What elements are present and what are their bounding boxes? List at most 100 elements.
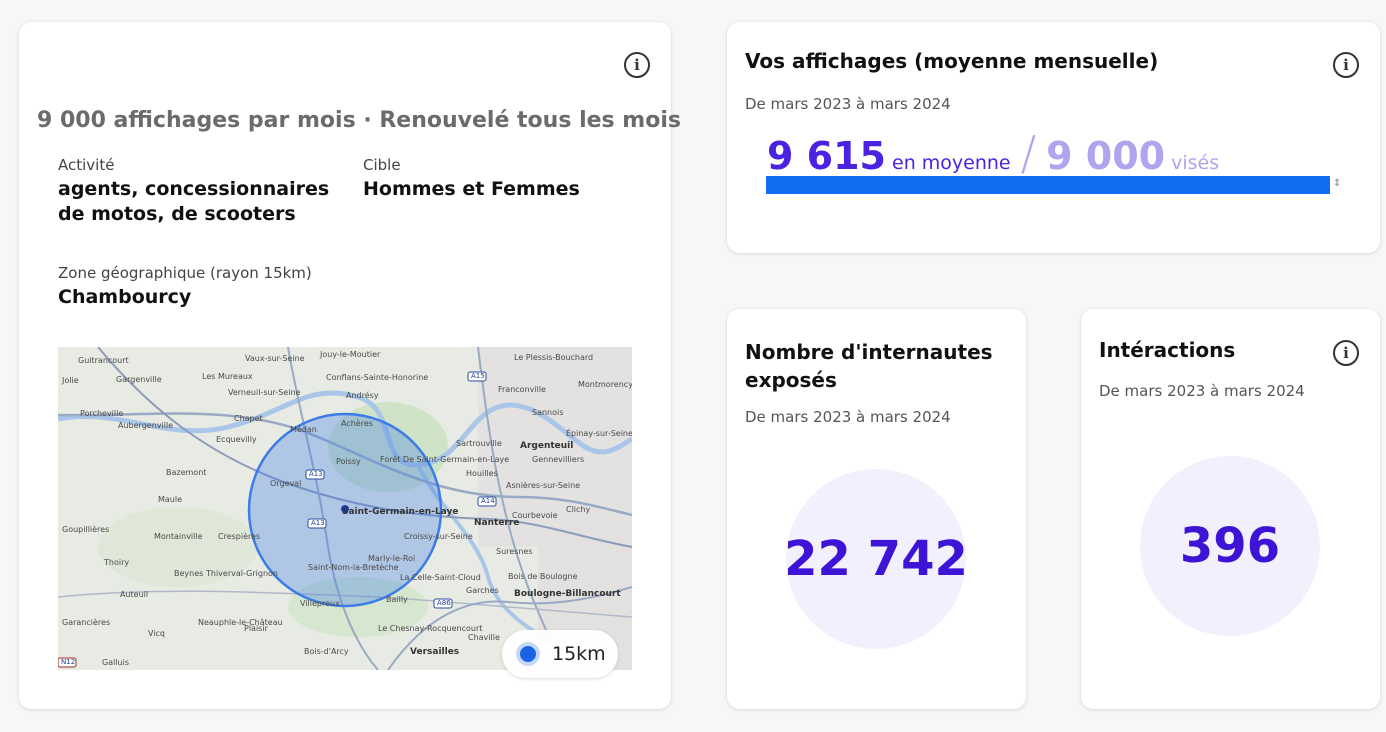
map-road-shield-label: A86 — [437, 599, 451, 607]
interactions-value: 396 — [1179, 518, 1281, 574]
map-place-label: Le Plessis-Bouchard — [514, 353, 594, 362]
map-place-label: Villepreux — [300, 599, 340, 608]
impressions-progress-fill — [766, 176, 1330, 194]
map-place-label: Garches — [466, 586, 499, 595]
map-place-label: Porcheville — [80, 409, 124, 418]
monthly-impressions-period: De mars 2023 à mars 2024 — [745, 95, 951, 113]
map-place-label: Montmorency — [578, 380, 632, 389]
map-place-label: Crespières — [218, 532, 261, 541]
zone-value: Chambourcy — [58, 286, 192, 308]
exposed-users-title-line1: Nombre d'internautes — [745, 340, 993, 364]
map-place-label: Forêt De Saint-Germain-en-Laye — [380, 455, 510, 464]
map-road-shield-label: A14 — [481, 497, 495, 505]
map-place-label: Thoiry — [104, 558, 130, 567]
map-place-label: Conflans-Sainte-Honorine — [326, 373, 429, 382]
info-icon[interactable]: i — [1333, 340, 1359, 366]
radius-legend-label: 15km — [552, 643, 606, 665]
map-place-label: Versailles — [410, 647, 460, 657]
map-place-label: Galluis — [102, 658, 130, 667]
map-place-label: Épinay-sur-Seine — [566, 429, 632, 438]
map-place-label: Maule — [158, 495, 183, 504]
monthly-impressions-title: Vos affichages (moyenne mensuelle) — [745, 49, 1159, 73]
activity-label: Activité — [58, 156, 115, 174]
exposed-users-card: Nombre d'internautes exposés De mars 202… — [727, 309, 1026, 709]
map-road-shield-label: A13 — [309, 470, 323, 478]
info-icon[interactable]: i — [1333, 52, 1359, 78]
map-road-shield-label: N12 — [61, 658, 76, 666]
map-place-label: Goupillières — [62, 525, 110, 534]
map-place-label: Clichy — [566, 505, 591, 514]
map-place-label: Croissy-sur-Seine — [404, 532, 473, 541]
average-vs-target: 9 615 en moyenne / 9 000 visés — [767, 126, 1219, 180]
map-place-label: Auteuil — [120, 590, 149, 599]
map-place-label: Saint-Nom-la-Bretèche — [308, 563, 399, 572]
map-place-label: Franconville — [498, 385, 546, 394]
interactions-card: Intéractions i De mars 2023 à mars 2024 … — [1081, 309, 1380, 709]
map-place-label: Bois de Boulogne — [508, 572, 578, 581]
map-place-label: Vaux-sur-Seine — [245, 354, 305, 363]
impressions-progress-bar — [766, 176, 1330, 194]
map-place-label: Argenteuil — [520, 441, 574, 451]
map-place-label: Saint-Germain-en-Laye — [342, 507, 459, 517]
interactions-circle: 396 — [1140, 456, 1320, 636]
map-road-shield-label: A13 — [311, 519, 325, 527]
map-place-label: Guitrancourt — [78, 356, 129, 365]
map-road-shield-label: A15 — [471, 372, 485, 380]
separator: / — [1020, 126, 1037, 180]
map-place-label: Achères — [341, 419, 373, 428]
map-place-label: Bailly — [386, 595, 408, 604]
target-value: 9 000 — [1046, 134, 1166, 178]
activity-value-line2: de motos, de scooters — [58, 203, 296, 225]
map-place-label: La Celle-Saint-Cloud — [400, 573, 481, 582]
interactions-period: De mars 2023 à mars 2024 — [1099, 382, 1305, 400]
target-value: Hommes et Femmes — [363, 178, 580, 200]
campaign-headline: 9 000 affichages par mois · Renouvelé to… — [37, 108, 681, 133]
map-place-label: Jolie — [62, 376, 79, 385]
resize-handle-icon[interactable]: ⇕ — [1333, 178, 1341, 189]
map-place-label: Bois-d'Arcy — [304, 647, 349, 656]
map-place-label: Nanterre — [474, 518, 520, 528]
map-place-label: Suresnes — [496, 547, 533, 556]
map-place-label: Le Chesnay-Rocquencourt — [378, 624, 483, 633]
map-place-label: Les Mureaux — [202, 372, 253, 381]
average-label: en moyenne — [892, 152, 1011, 174]
map-place-label: Verneuil-sur-Seine — [228, 388, 301, 397]
exposed-users-circle: 22 742 — [784, 469, 968, 649]
map-place-label: Gennevilliers — [532, 455, 585, 464]
map-place-label: Poissy — [336, 457, 361, 466]
campaign-summary-card: i 9 000 affichages par mois · Renouvelé … — [19, 22, 681, 709]
map-place-label: Vicq — [148, 629, 165, 638]
map-place-label: Jouy-le-Moutier — [320, 350, 381, 359]
interactions-title: Intéractions — [1099, 338, 1236, 362]
average-value: 9 615 — [767, 134, 886, 178]
target-label: Cible — [363, 156, 401, 174]
target-label: visés — [1171, 152, 1220, 174]
map-place-label: Ecquevilly — [216, 435, 257, 444]
map-place-label: Sannois — [532, 408, 564, 417]
radius-dot-icon — [520, 646, 536, 662]
map-place-label: Montainville — [154, 532, 203, 541]
map-place-label: Neauphle-le-Château — [198, 618, 283, 627]
map-place-label: Chaville — [468, 633, 500, 642]
map-place-label: Orgeval — [270, 479, 302, 488]
monthly-impressions-card: Vos affichages (moyenne mensuelle) i De … — [727, 22, 1380, 253]
map-place-label: Beynes — [174, 569, 204, 578]
info-icon[interactable]: i — [624, 52, 650, 78]
map-place-label: Sartrouville — [456, 439, 502, 448]
exposed-users-period: De mars 2023 à mars 2024 — [745, 408, 951, 426]
map-place-label: Andrésy — [346, 391, 379, 400]
map-place-label: Aubergenville — [118, 421, 174, 430]
map-place-label: Plaisir — [244, 624, 268, 633]
activity-value-line1: agents, concessionnaires — [58, 178, 330, 200]
map-place-label: Chapet — [234, 414, 263, 423]
exposed-users-title: Nombre d'internautes exposés — [745, 338, 993, 394]
coverage-map[interactable]: Guitrancourt Vaux-sur-Seine Jouy-le-Moutie… — [58, 347, 632, 670]
map-place-label: Garancières — [62, 618, 111, 627]
map-place-label: Marly-le-Roi — [368, 554, 416, 563]
map-place-label: Thiverval-Grignon — [206, 569, 278, 578]
map-place-label: Boulogne-Billancourt — [514, 589, 621, 599]
zone-label: Zone géographique (rayon 15km) — [58, 264, 312, 282]
map-place-label: Asnières-sur-Seine — [506, 481, 581, 490]
map-place-label: Médan — [290, 425, 317, 434]
exposed-users-value: 22 742 — [784, 531, 968, 587]
